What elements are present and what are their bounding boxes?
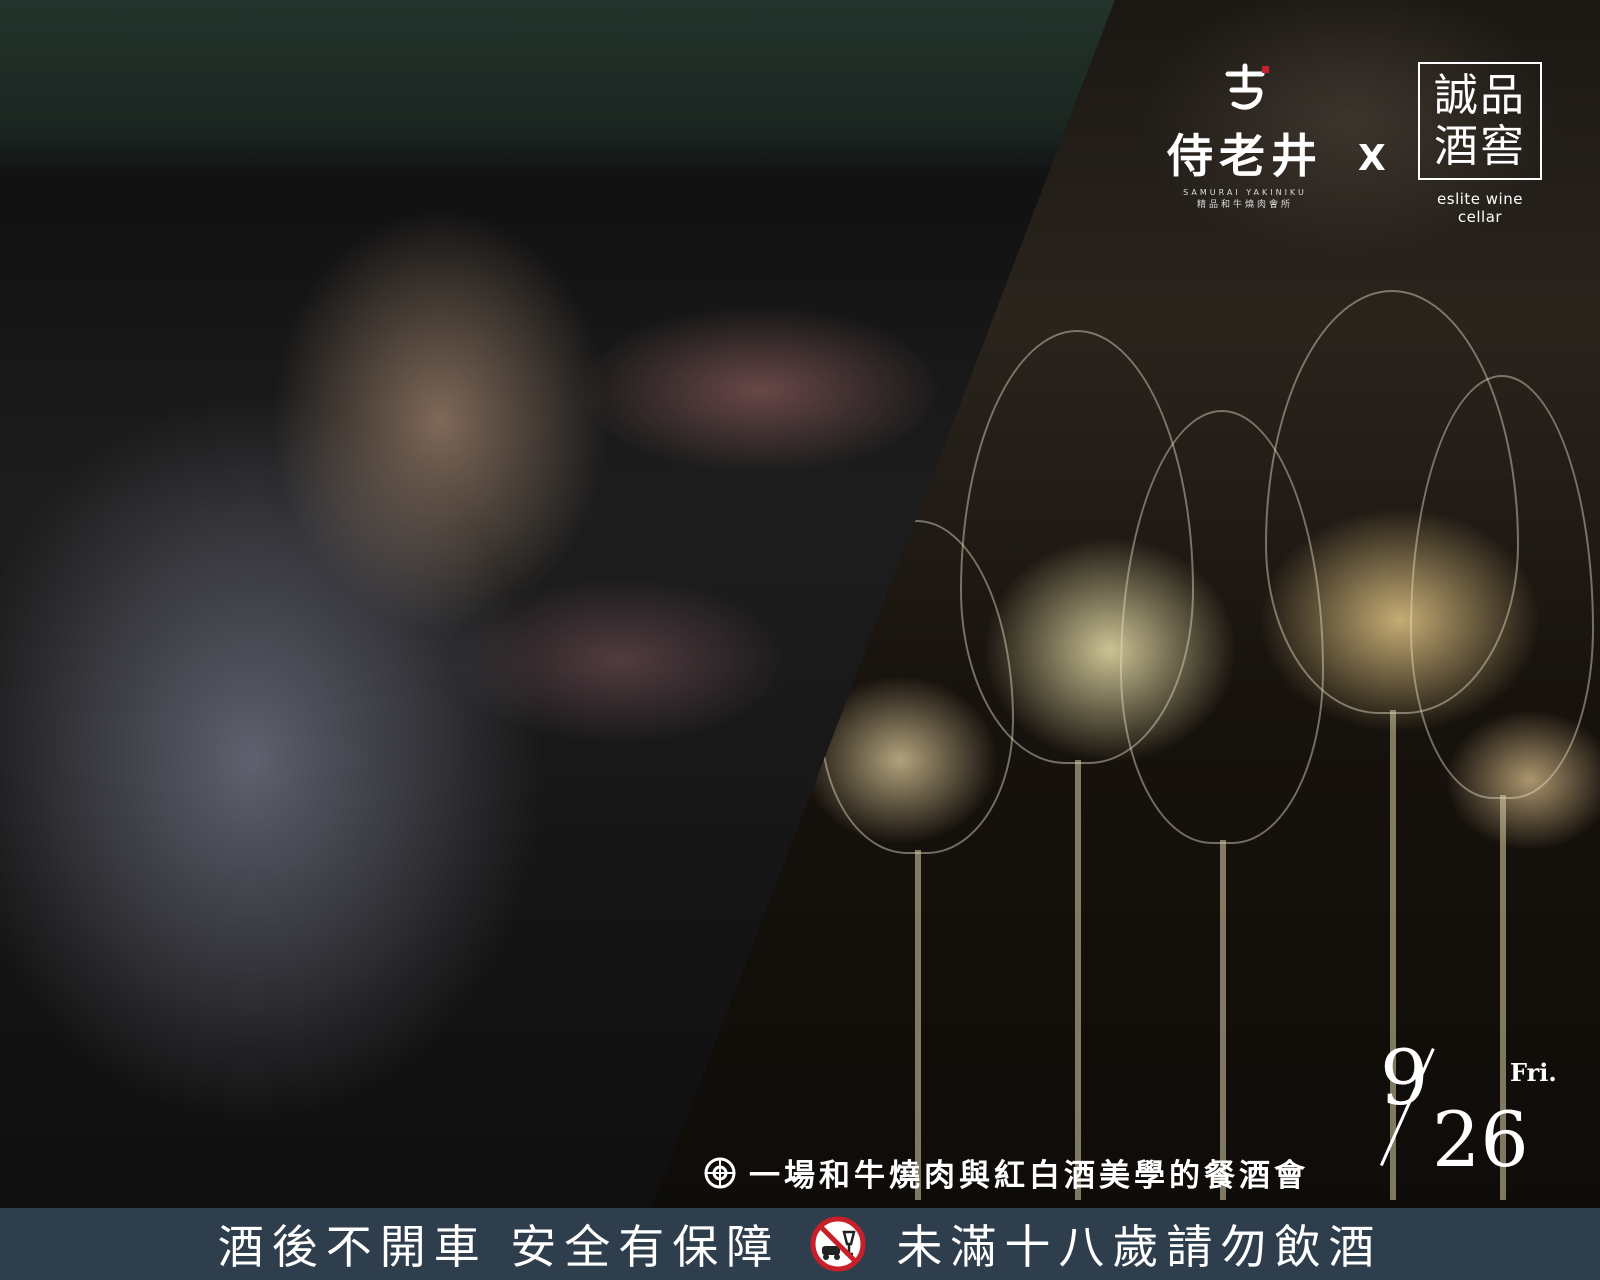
- wine-glass-stem: [1220, 840, 1226, 1200]
- eslite-wine-cellar-logo: 誠品 酒窖 eslite wine cellar: [1418, 62, 1542, 226]
- event-day: 26: [1432, 1095, 1529, 1184]
- eslite-logo-line-1: 誠品: [1434, 69, 1526, 121]
- samurai-logo-subtitle: 精品和牛燒肉會所: [1196, 200, 1293, 210]
- eslite-logo-box: 誠品 酒窖: [1418, 62, 1542, 180]
- samurai-logo-english: SAMURAI YAKINIKU: [1183, 188, 1307, 197]
- event-weekday: Fri.: [1510, 1058, 1557, 1087]
- warning-text-left: 酒後不開車 安全有保障: [217, 1220, 781, 1274]
- wine-glass-stem: [915, 850, 921, 1200]
- eslite-logo-english: eslite wine cellar: [1437, 190, 1523, 226]
- event-date: 9 26 Fri.: [1362, 1040, 1562, 1190]
- no-drink-driving-icon: [810, 1216, 866, 1272]
- eslite-logo-line-2: 酒窖: [1434, 120, 1526, 172]
- samurai-emblem-icon: [1218, 60, 1272, 114]
- event-tagline-text: 一場和牛燒肉與紅白酒美學的餐酒會: [749, 1158, 1309, 1194]
- samurai-yakiniku-logo: 侍老井 SAMURAI YAKINIKU 精品和牛燒肉會所: [1150, 60, 1340, 210]
- warning-text-right: 未滿十八歲請勿飲酒: [896, 1220, 1383, 1274]
- knot-ornament-icon: [704, 1157, 736, 1188]
- alcohol-warning-band: 酒後不開車 安全有保障 未滿十八歲請勿飲酒: [0, 1208, 1600, 1280]
- collab-separator: X: [1358, 138, 1386, 179]
- samurai-logo-name: 侍老井: [1167, 129, 1323, 183]
- event-tagline: 一場和牛燒肉與紅白酒美學的餐酒會: [703, 1150, 1309, 1195]
- wine-glass-stem: [1075, 760, 1081, 1200]
